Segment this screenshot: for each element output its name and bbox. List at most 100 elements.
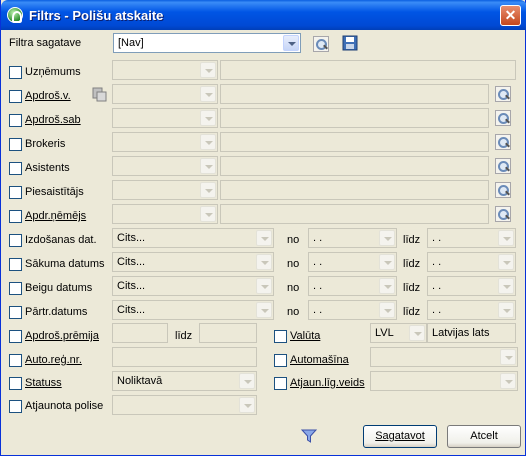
chevron-down-icon[interactable] [498, 302, 514, 318]
chevron-down-icon[interactable] [200, 134, 216, 150]
auto-reg-checkbox[interactable] [9, 354, 22, 367]
atcelt-button[interactable]: Atcelt [447, 425, 521, 448]
sagatavot-button[interactable]: Sagatavot [363, 425, 437, 448]
premija-checkbox[interactable] [9, 330, 22, 343]
auto-reg-input[interactable] [112, 347, 257, 367]
chevron-down-icon[interactable] [256, 278, 272, 294]
automasina-checkbox[interactable] [274, 354, 287, 367]
chevron-down-icon[interactable] [379, 254, 395, 270]
sakuma-period-select[interactable]: Cits... [112, 252, 274, 272]
sakuma-to-date[interactable]: . . [427, 252, 516, 272]
statuss-select[interactable]: Noliktavā [112, 371, 257, 391]
chevron-down-icon[interactable] [200, 158, 216, 174]
chevron-down-icon[interactable] [498, 278, 514, 294]
partr-label: Pārtr.datums [25, 306, 88, 318]
asistents-text[interactable] [220, 156, 489, 176]
valuta-code: LVL [375, 327, 394, 339]
piesaistitajs-text[interactable] [220, 180, 489, 200]
apdr-nemejs-checkbox[interactable] [9, 210, 22, 223]
chevron-down-icon[interactable] [500, 373, 516, 389]
chevron-down-icon[interactable] [200, 86, 216, 102]
atjaunota-checkbox[interactable] [9, 400, 22, 413]
chevron-down-icon[interactable] [283, 35, 299, 51]
chevron-down-icon[interactable] [200, 206, 216, 222]
beigu-period-select[interactable]: Cits... [112, 276, 274, 296]
chevron-down-icon[interactable] [498, 230, 514, 246]
asistents-select[interactable] [112, 156, 218, 176]
chevron-down-icon[interactable] [256, 302, 272, 318]
valuta-select[interactable]: LVL [370, 323, 427, 343]
piesaistitajs-checkbox[interactable] [9, 186, 22, 199]
izdosanas-from-date[interactable]: . . [308, 228, 397, 248]
atjaun-lig-checkbox[interactable] [274, 377, 287, 390]
asistents-checkbox[interactable] [9, 162, 22, 175]
search-icon[interactable] [495, 182, 511, 198]
search-user-icon[interactable] [495, 206, 511, 222]
chevron-down-icon[interactable] [500, 349, 516, 365]
date-value: . . [313, 280, 323, 292]
filter-preset-select[interactable]: [Nav] [113, 33, 301, 53]
chevron-down-icon[interactable] [239, 397, 255, 413]
uznemums-text[interactable] [220, 60, 516, 80]
uznemums-checkbox[interactable] [9, 66, 22, 79]
search-icon[interactable] [313, 36, 329, 52]
save-icon[interactable] [342, 35, 360, 53]
apdros-sab-select[interactable] [112, 108, 218, 128]
apdr-nemejs-select[interactable] [112, 204, 218, 224]
close-button[interactable]: ✕ [500, 5, 521, 26]
sakuma-checkbox[interactable] [9, 258, 22, 271]
chevron-down-icon[interactable] [239, 373, 255, 389]
brokeris-select[interactable] [112, 132, 218, 152]
chevron-down-icon[interactable] [200, 182, 216, 198]
izdosanas-to-date[interactable]: . . [427, 228, 516, 248]
apdros-v-checkbox[interactable] [9, 90, 22, 103]
chevron-down-icon[interactable] [498, 254, 514, 270]
sakuma-from-date[interactable]: . . [308, 252, 397, 272]
apdr-nemejs-text[interactable] [220, 204, 489, 224]
izdosanas-label: Izdošanas dat. [25, 234, 97, 246]
brokeris-label: Brokeris [25, 138, 66, 150]
chevron-down-icon[interactable] [379, 302, 395, 318]
chevron-down-icon[interactable] [256, 254, 272, 270]
filter-icon[interactable] [300, 428, 319, 446]
premija-to-input[interactable] [199, 323, 257, 343]
statuss-checkbox[interactable] [9, 377, 22, 390]
premija-from-input[interactable] [112, 323, 168, 343]
piesaistitajs-select[interactable] [112, 180, 218, 200]
auto-reg-label: Auto.reģ.nr. [25, 354, 82, 366]
beigu-from-date[interactable]: . . [308, 276, 397, 296]
chevron-down-icon[interactable] [256, 230, 272, 246]
beigu-checkbox[interactable] [9, 282, 22, 295]
apdros-sab-checkbox[interactable] [9, 114, 22, 127]
search-icon[interactable] [495, 110, 511, 126]
brokeris-text[interactable] [220, 132, 489, 152]
brokeris-checkbox[interactable] [9, 138, 22, 151]
partr-from-date[interactable]: . . [308, 300, 397, 320]
izdosanas-period-select[interactable]: Cits... [112, 228, 274, 248]
partr-to-date[interactable]: . . [427, 300, 516, 320]
apdros-sab-text[interactable] [220, 108, 489, 128]
apdros-v-text[interactable] [220, 84, 489, 104]
chevron-down-icon[interactable] [379, 278, 395, 294]
valuta-checkbox[interactable] [274, 330, 287, 343]
izdosanas-checkbox[interactable] [9, 234, 22, 247]
uznemums-select[interactable] [112, 60, 218, 80]
apdros-v-select[interactable] [112, 84, 218, 104]
chevron-down-icon[interactable] [409, 325, 425, 341]
search-icon[interactable] [495, 86, 511, 102]
atjaunota-select[interactable] [112, 395, 257, 415]
chevron-down-icon[interactable] [200, 110, 216, 126]
window-title: Filtrs - Polišu atskaite [29, 8, 164, 23]
valuta-label: Valūta [290, 330, 321, 342]
date-value: . . [432, 280, 442, 292]
chevron-down-icon[interactable] [200, 62, 216, 78]
beigu-to-date[interactable]: . . [427, 276, 516, 296]
atjaun-lig-select[interactable] [370, 371, 518, 391]
automasina-select[interactable] [370, 347, 518, 367]
search-icon[interactable] [495, 158, 511, 174]
search-icon[interactable] [495, 134, 511, 150]
partr-period-select[interactable]: Cits... [112, 300, 274, 320]
copy-icon[interactable] [91, 86, 109, 104]
chevron-down-icon[interactable] [379, 230, 395, 246]
partr-checkbox[interactable] [9, 306, 22, 319]
